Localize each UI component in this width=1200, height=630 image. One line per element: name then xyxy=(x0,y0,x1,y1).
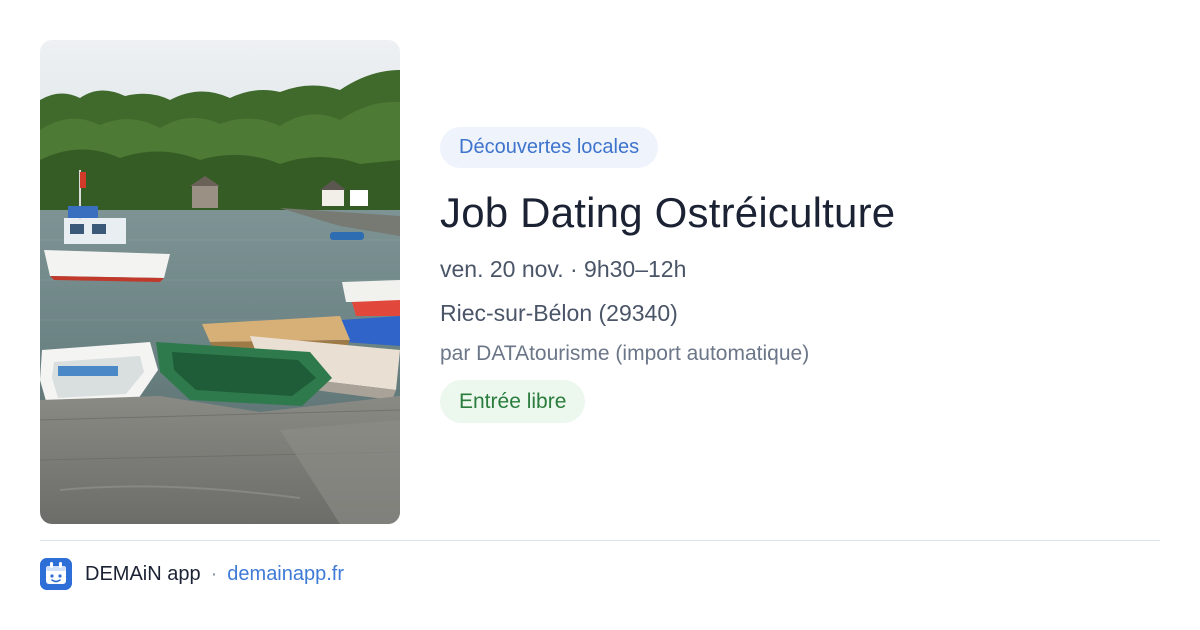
event-organizer: par DATAtourisme (import automatique) xyxy=(440,342,810,365)
demain-app-logo-icon xyxy=(40,558,72,590)
app-name: DEMAiN app xyxy=(85,562,201,585)
event-title: Job Dating Ostréiculture xyxy=(440,189,896,236)
event-location: Riec-sur-Bélon (29340) xyxy=(440,300,678,326)
event-photo xyxy=(40,40,400,524)
event-datetime: ven. 20 nov. · 9h30–12h xyxy=(440,256,687,282)
footer-divider xyxy=(40,540,1160,541)
category-badge[interactable]: Découvertes locales xyxy=(440,127,659,168)
footer: DEMAiN app · demainapp.fr xyxy=(40,558,344,590)
footer-separator: · xyxy=(210,562,218,585)
harbor-photo-icon xyxy=(40,40,400,524)
event-details: Découvertes locales Job Dating Ostréicul… xyxy=(440,127,1160,423)
event-share-card: Découvertes locales Job Dating Ostréicul… xyxy=(0,0,1200,630)
app-domain-link[interactable]: demainapp.fr xyxy=(227,563,344,586)
price-badge: Entrée libre xyxy=(440,380,586,423)
